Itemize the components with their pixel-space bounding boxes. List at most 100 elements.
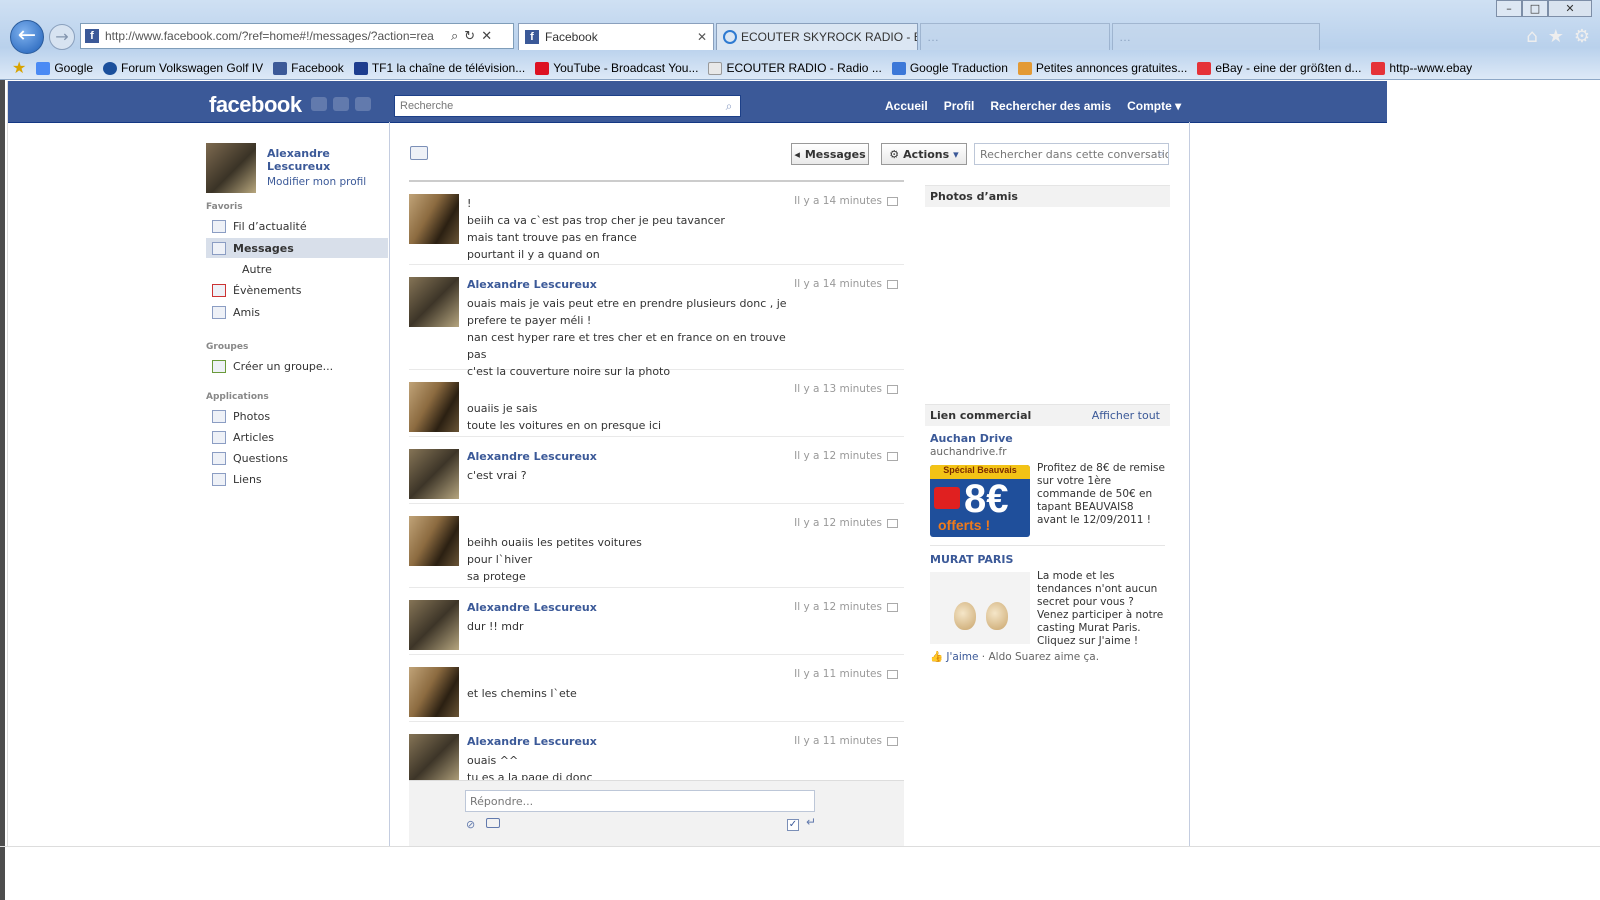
profile-name[interactable]: Alexandre Lescureux [267,147,347,173]
calendar-icon [212,283,226,297]
favorite-label: http--www.ebay [1389,61,1473,75]
sidebar-item-events[interactable]: Évènements [206,280,388,300]
sidebar-item-label: Messages [233,241,294,255]
back-to-messages-button[interactable]: ◂ Messages [791,143,869,165]
search-icon[interactable]: ⌕ [718,96,740,116]
sidebar-item-messages[interactable]: Messages [206,238,388,258]
message-timestamp: Il y a 11 minutes [794,668,898,680]
ad-title[interactable]: MURAT PARIS [930,553,1013,566]
nav-compte[interactable]: Compte ▾ [1119,99,1189,113]
section-heading: Favoris [206,202,243,212]
like-icon[interactable]: 👍 [930,651,943,663]
avatar[interactable] [409,194,459,244]
actions-dropdown[interactable]: ⚙ Actions ▾ [881,143,967,165]
avatar[interactable] [409,277,459,327]
avatar[interactable] [409,734,459,780]
favorite-link[interactable]: ECOUTER RADIO - Radio ... [708,61,882,75]
ebay-icon [1371,61,1386,75]
favorite-link[interactable]: Forum Volkswagen Golf IV [103,61,263,75]
message-item: Il y a 14 minutes Alexandre Lescureux ouai… [409,265,904,378]
sidebar-item-create-group[interactable]: Créer un groupe... [206,356,388,376]
avatar[interactable] [409,600,459,650]
ebay-icon [1197,61,1212,75]
edit-profile-link[interactable]: Modifier mon profil [267,176,366,188]
sidebar-item-other[interactable]: Autre [242,263,272,276]
search-icon[interactable]: ⌕ [451,29,458,44]
like-link[interactable]: J'aime [946,651,978,663]
gear-icon[interactable]: ⚙ [1574,26,1590,47]
back-button[interactable]: ← [10,20,44,54]
sidebar-item-questions[interactable]: Questions [206,448,388,468]
section-title: Lien commercial [930,409,1032,422]
banner-text: 8€ [964,477,1009,521]
camera-icon[interactable] [486,818,500,828]
attach-file-icon[interactable]: ⊘ [466,818,475,831]
avatar[interactable] [409,667,459,717]
favorite-link[interactable]: eBay - eine der größten d... [1197,61,1361,75]
tab-facebook[interactable]: f Facebook ✕ [518,23,714,50]
facebook-header: facebook Recherche ⌕ Accueil Profil Rech… [8,81,1387,123]
favorite-link[interactable]: Facebook [273,61,344,75]
tab-skyrock[interactable]: ECOUTER SKYROCK RADIO - E... [716,23,918,50]
close-window-button[interactable]: ✕ [1548,0,1592,17]
message-author[interactable]: Alexandre Lescureux [467,601,597,614]
sidebar-item-notes[interactable]: Articles [206,427,388,447]
avatar[interactable] [409,449,459,499]
press-enter-checkbox[interactable]: ✓ [787,819,799,831]
favorite-label: YouTube - Broadcast You... [553,61,699,75]
ad-image-auchan[interactable]: Spécial Beauvais 8€ offerts ! [930,465,1030,537]
close-tab-icon[interactable]: ✕ [697,30,707,44]
conversation-search-input[interactable]: Rechercher dans cette conversatio ⌕ [974,143,1169,165]
group-icon [212,359,226,373]
messages-icon[interactable] [333,97,349,111]
earring-image [986,602,1008,630]
column-divider [1189,122,1190,847]
nav-profil[interactable]: Profil [936,99,983,113]
url-text[interactable]: http://www.facebook.com/?ref=home#!/mess… [105,29,445,43]
avatar[interactable] [206,143,256,193]
refresh-icon[interactable]: ↻ [464,29,475,44]
favorite-link[interactable]: Petites annonces gratuites... [1017,61,1187,75]
reply-input[interactable]: Répondre... [465,790,815,812]
nav-find-friends[interactable]: Rechercher des amis [982,99,1119,113]
favorite-link[interactable]: http--www.ebay [1371,61,1472,75]
favorite-link[interactable]: Google Traduction [891,61,1008,75]
favorite-link[interactable]: YouTube - Broadcast You... [535,61,698,75]
favorite-link[interactable]: Google [36,61,93,75]
top-nav: Accueil Profil Rechercher des amis Compt… [877,99,1189,113]
reply-composer: Répondre... ⊘ ✓ ↵ [409,780,904,846]
ad-title[interactable]: Auchan Drive [930,432,1013,445]
message-line: pourtant il y a quand on [467,248,600,261]
sidebar-item-friends[interactable]: Amis [206,302,388,322]
see-all-link[interactable]: Afficher tout [1092,409,1160,422]
friend-requests-icon[interactable] [311,97,327,111]
favorite-label: Google Traduction [909,61,1008,75]
maximize-button[interactable]: □ [1522,0,1548,17]
favorite-link[interactable]: TF1 la chaîne de télévision... [353,61,525,75]
message-author[interactable]: Alexandre Lescureux [467,450,597,463]
message-timestamp: Il y a 12 minutes [794,601,898,613]
tab-other[interactable]: … [920,23,1110,50]
search-input[interactable]: Recherche [394,95,741,117]
message-author[interactable]: Alexandre Lescureux [467,735,597,748]
facebook-logo[interactable]: facebook [209,92,302,118]
stop-icon[interactable]: ✕ [481,29,492,44]
sidebar-item-links[interactable]: Liens [206,469,388,489]
avatar[interactable] [409,516,459,566]
tab-other[interactable]: … [1112,23,1320,50]
avatar[interactable] [409,382,459,432]
favorites-star-icon[interactable]: ★ [1548,26,1564,47]
forward-button[interactable]: → [49,24,75,50]
search-icon: ⌕ [1157,147,1164,160]
home-icon[interactable]: ⌂ [1526,26,1537,47]
notifications-globe-icon[interactable] [355,97,371,111]
favorites-star-icon[interactable]: ★ [12,58,26,78]
minimize-button[interactable]: – [1496,0,1522,17]
ad-image-earrings[interactable] [930,572,1030,644]
message-author[interactable]: Alexandre Lescureux [467,278,597,291]
address-bar[interactable]: f http://www.facebook.com/?ref=home#!/me… [80,23,514,49]
sidebar-item-photos[interactable]: Photos [206,406,388,426]
nav-accueil[interactable]: Accueil [877,99,936,113]
message-line: ! [467,197,472,210]
sidebar-item-news-feed[interactable]: Fil d’actualité [206,216,388,236]
